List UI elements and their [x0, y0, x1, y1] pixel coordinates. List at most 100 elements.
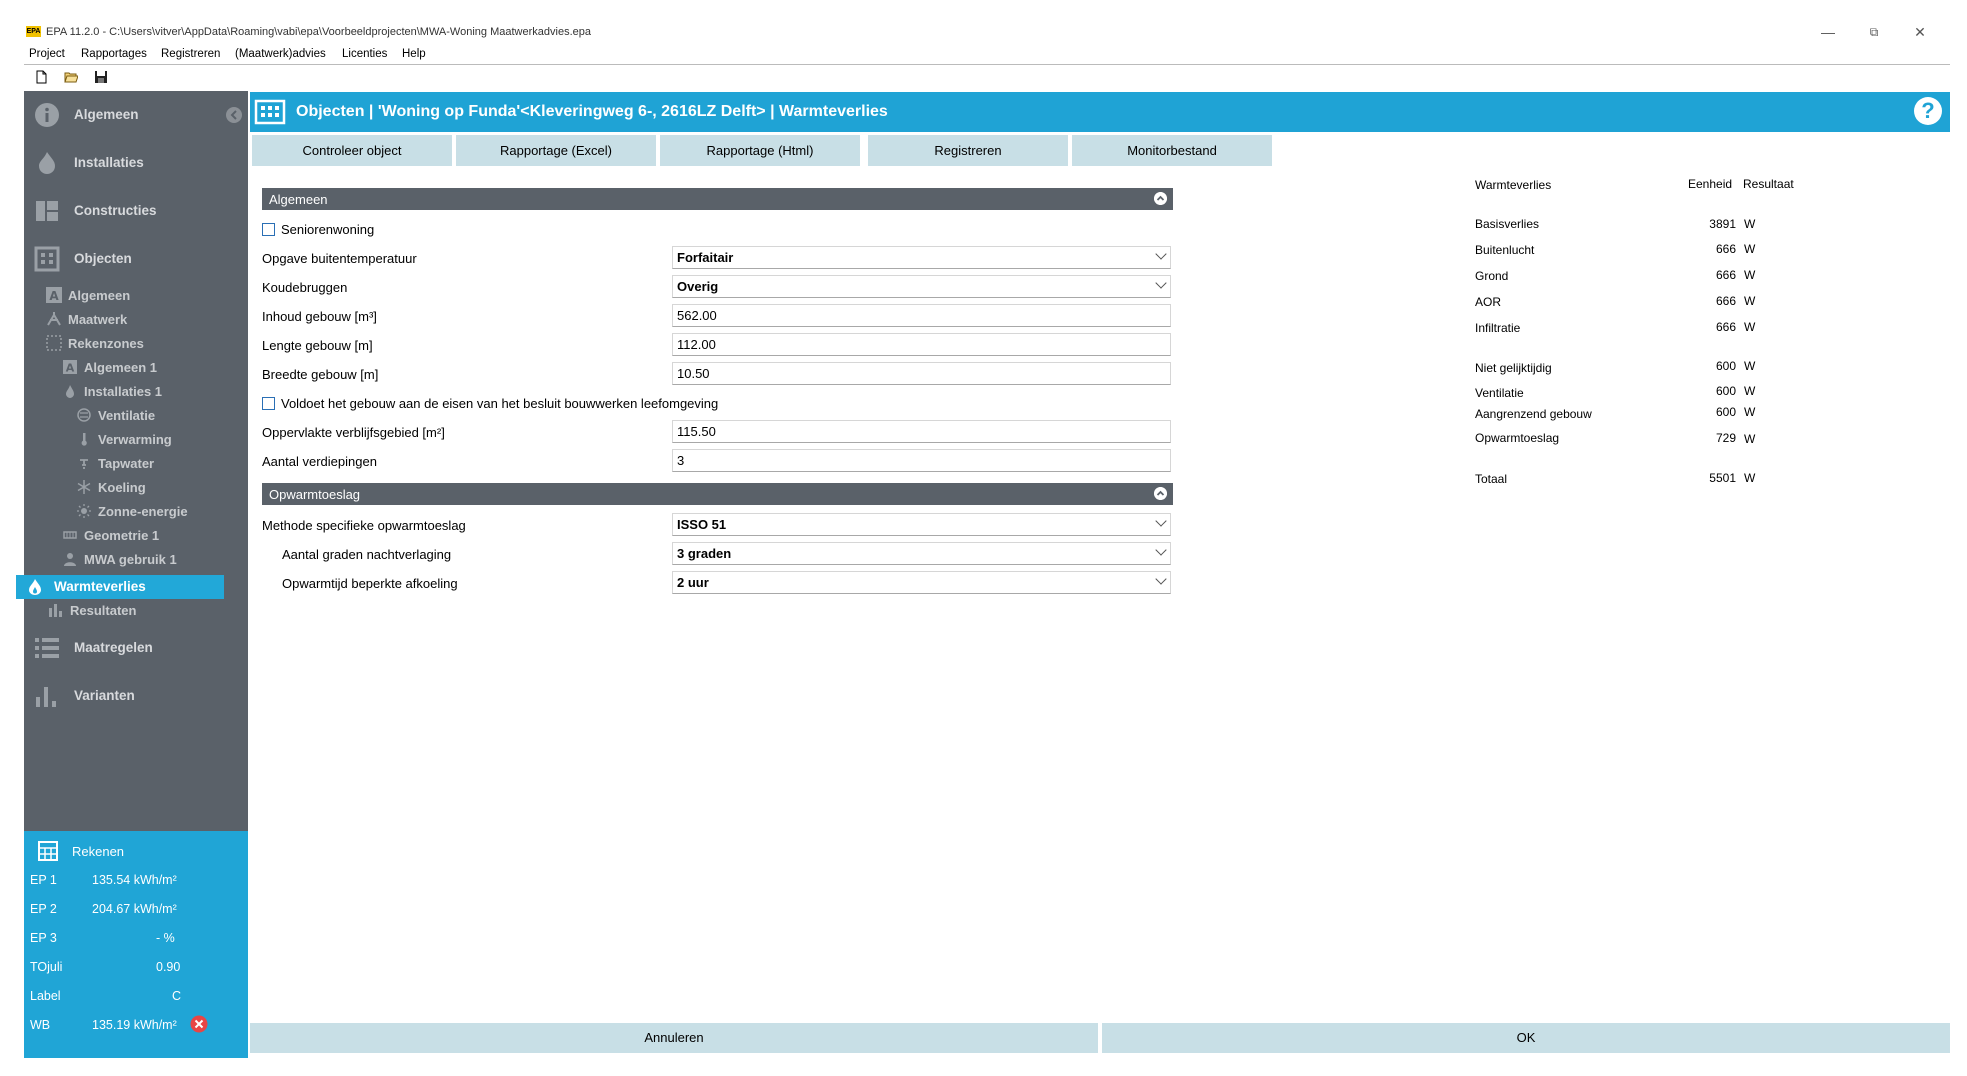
- results-row-value: 666: [1715, 294, 1736, 308]
- sidebar-item-installaties[interactable]: Installaties: [24, 139, 248, 187]
- flame-icon: [66, 385, 74, 398]
- results-row-unit: W: [1744, 405, 1756, 419]
- field-label: Breedte gebouw [m]: [262, 367, 379, 382]
- sidebar-item-algemeen[interactable]: Algemeen: [24, 91, 248, 139]
- lengte-gebouw-input[interactable]: 112.00: [672, 333, 1171, 356]
- sidebar-item-label: Varianten: [74, 688, 135, 703]
- ep3-label: EP 3: [30, 931, 57, 945]
- ep1-row: EP 1 135.54 kWh/m²: [30, 873, 177, 887]
- menu-help[interactable]: Help: [402, 48, 426, 60]
- new-file-icon[interactable]: [34, 70, 48, 84]
- chevron-down-icon: [1155, 573, 1167, 585]
- section-opwarmtoeslag-header[interactable]: Opwarmtoeslag: [262, 483, 1173, 505]
- restore-button[interactable]: ⧉: [1864, 22, 1884, 42]
- results-row-name: Buitenlucht: [1475, 243, 1535, 257]
- sidebar-item-varianten[interactable]: Varianten: [24, 672, 248, 720]
- results-header-unit: Eenheid: [1688, 177, 1733, 191]
- wb-label: WB: [30, 1018, 51, 1032]
- menu-licenties[interactable]: Licenties: [342, 48, 387, 60]
- label-value: C: [172, 989, 182, 1003]
- results-row-name: AOR: [1475, 295, 1502, 309]
- collapse-icon[interactable]: [1154, 487, 1167, 500]
- results-row-unit: W: [1744, 268, 1756, 282]
- annuleren-button[interactable]: Annuleren: [250, 1023, 1098, 1053]
- leefomgeving-checkbox[interactable]: [262, 397, 275, 410]
- ep2-label: EP 2: [30, 902, 57, 916]
- seniorenwoning-checkbox[interactable]: [262, 223, 275, 236]
- inhoud-gebouw-input[interactable]: 562.00: [672, 304, 1171, 327]
- nachtverlaging-select[interactable]: 3 graden: [672, 542, 1171, 565]
- results-total-value: 5501: [1709, 471, 1736, 485]
- rapportage-excel-button[interactable]: Rapportage (Excel): [456, 135, 656, 166]
- results-row-unit: W: [1744, 217, 1756, 231]
- field-label: Oppervlakte verblijfsgebied [m²]: [262, 425, 445, 440]
- sidebar-item-label: Algemeen: [74, 107, 139, 122]
- rapportage-html-button[interactable]: Rapportage (Html): [660, 135, 860, 166]
- info-icon: [35, 103, 59, 127]
- ep1-value: 135.54 kWh/m²: [92, 873, 177, 887]
- bar-chart-icon: [36, 687, 56, 707]
- sun-icon: [77, 504, 91, 518]
- help-icon[interactable]: ?: [1914, 97, 1942, 125]
- wb-row: WB 135.19 kWh/m²: [30, 1018, 177, 1032]
- save-icon[interactable]: [94, 70, 108, 84]
- building-icon: [254, 99, 286, 125]
- open-folder-icon[interactable]: [64, 70, 78, 84]
- results-row-name: Aangrenzend gebouw: [1475, 407, 1592, 421]
- collapse-icon[interactable]: [1154, 192, 1167, 205]
- close-window-button[interactable]: ✕: [1910, 22, 1930, 42]
- monitorbestand-button[interactable]: Monitorbestand: [1072, 135, 1272, 166]
- koudebruggen-select[interactable]: Overig: [672, 275, 1171, 298]
- oppervlakte-input[interactable]: 115.50: [672, 420, 1171, 443]
- flame-icon: [29, 579, 41, 595]
- registreren-button[interactable]: Registreren: [868, 135, 1068, 166]
- results-row-name: Opwarmtoeslag: [1475, 431, 1560, 445]
- aantal-verdiepingen-input[interactable]: 3: [672, 449, 1171, 472]
- menu-project[interactable]: Project: [29, 48, 65, 60]
- results-row-value: 600: [1715, 359, 1736, 373]
- menu-rapportages[interactable]: Rapportages: [81, 48, 147, 60]
- sidebar-item-constructies[interactable]: Constructies: [24, 187, 248, 235]
- section-algemeen-header[interactable]: Algemeen: [262, 188, 1173, 210]
- chevron-down-icon: [1155, 248, 1167, 260]
- results-total-name: Totaal: [1475, 472, 1508, 486]
- sidebar-item-objecten[interactable]: Objecten: [24, 235, 248, 283]
- results-header-name: Warmteverlies: [1475, 178, 1552, 192]
- seniorenwoning-label: Seniorenwoning: [281, 222, 375, 237]
- breedte-gebouw-input[interactable]: 10.50: [672, 362, 1171, 385]
- results-row-name: Basisverlies: [1475, 217, 1540, 231]
- field-label: Methode specifieke opwarmtoeslag: [262, 518, 466, 533]
- construction-icon: [36, 201, 58, 221]
- results-row-value: 600: [1715, 384, 1736, 398]
- sidebar-item-maatregelen[interactable]: Maatregelen: [24, 624, 248, 672]
- label-label: Label: [30, 989, 61, 1003]
- flame-icon: [39, 152, 55, 174]
- thermometer-icon: [81, 433, 87, 446]
- results-row-unit: W: [1744, 384, 1756, 398]
- letter-a-icon: A: [63, 360, 77, 375]
- building-icon: [34, 246, 60, 272]
- ep3-value: - %: [156, 931, 175, 945]
- section-title: Opwarmtoeslag: [269, 487, 361, 502]
- field-label: Opwarmtijd beperkte afkoeling: [282, 576, 458, 591]
- results-total-unit: W: [1744, 471, 1756, 485]
- methode-opwarmtoeslag-select[interactable]: ISSO 51: [672, 513, 1171, 536]
- rekenen-title[interactable]: Rekenen: [72, 844, 124, 859]
- menu-maatwerkadvies[interactable]: (Maatwerk)advies: [235, 48, 326, 60]
- section-title: Algemeen: [269, 192, 328, 207]
- ok-button[interactable]: OK: [1102, 1023, 1950, 1053]
- field-label: Aantal verdiepingen: [262, 454, 377, 469]
- minimize-button[interactable]: —: [1818, 22, 1838, 42]
- menu-bar: Project Rapportages Registreren (Maatwer…: [24, 46, 1950, 64]
- svg-text:A: A: [49, 289, 59, 303]
- opwarmtijd-select[interactable]: 2 uur: [672, 571, 1171, 594]
- tojuli-value: 0.90: [156, 960, 181, 974]
- calculator-icon[interactable]: [38, 841, 58, 861]
- buitentemperatuur-select[interactable]: Forfaitair: [672, 246, 1171, 269]
- controleer-object-button[interactable]: Controleer object: [252, 135, 452, 166]
- window-title: EPA 11.2.0 - C:\Users\vitver\AppData\Roa…: [46, 26, 591, 38]
- menu-registreren[interactable]: Registreren: [161, 48, 220, 60]
- sidebar-item-warmteverlies[interactable]: Warmteverlies: [16, 575, 224, 599]
- results-row-unit: W: [1744, 359, 1756, 373]
- tojuli-row: TOjuli 0.90: [30, 960, 180, 974]
